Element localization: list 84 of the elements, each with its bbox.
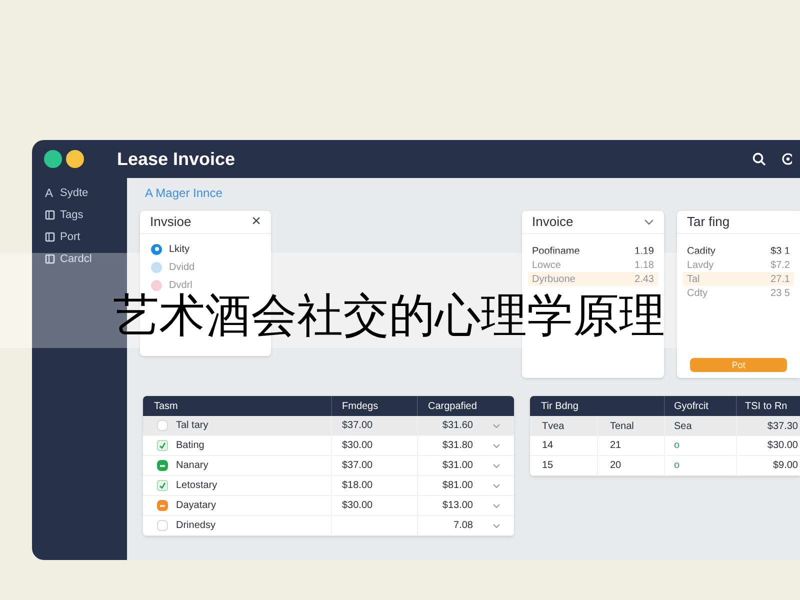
table-cell-text: $13.00 [442, 499, 473, 513]
row-label: Tal [687, 272, 700, 286]
chevron-icon [493, 504, 500, 508]
row-label: Cadity [687, 244, 716, 258]
row-label: Lowce [532, 258, 561, 272]
item-name: Tal tary [176, 419, 208, 433]
item-name: Dayatary [176, 499, 216, 513]
row-label: Lavdy [687, 258, 714, 272]
square-icon [45, 210, 55, 220]
row-value: 1.19 [634, 244, 654, 258]
table-row[interactable]: Nanary $37.00 $31.00 [143, 456, 514, 476]
column-group-header[interactable]: Tir Bdng [530, 398, 664, 414]
table-row[interactable]: Letostary $18.00 $81.00 [143, 476, 514, 496]
radio-button[interactable] [151, 280, 162, 290]
table-cell: $30.00 [736, 436, 800, 455]
table-cell-text: $30.00 [342, 499, 373, 513]
table-cell-text: $37.00 [342, 419, 373, 433]
square-icon [45, 254, 55, 264]
row-value: $7.2 [770, 258, 790, 272]
table-row[interactable]: Drinedsy 7.08 [143, 516, 514, 536]
table-cell-text: 14 [541, 439, 554, 453]
table-cell-text: $37.00 [342, 459, 373, 473]
item-name: Bating [176, 439, 204, 453]
chevron-icon [493, 464, 500, 468]
table-cell: o [664, 436, 736, 455]
row-label: Cdty [687, 286, 708, 300]
chevron-icon [493, 524, 500, 528]
checkbox[interactable] [157, 460, 168, 471]
column-header[interactable]: $37.30 [736, 416, 800, 436]
table-row[interactable]: Tal tary $37.00 $31.60 [143, 416, 514, 436]
radio-button[interactable] [151, 244, 162, 254]
radio-button[interactable] [151, 262, 162, 272]
option-label: Dvdrl [169, 278, 192, 292]
card-title: Tar fing [687, 213, 730, 232]
chevron-icon [493, 444, 500, 448]
sidebar-item[interactable]: Sydte [60, 184, 88, 202]
chevron-icon [644, 219, 654, 225]
item-name: Nanary [176, 459, 208, 473]
option-label: Dvidd [169, 260, 195, 274]
checkbox[interactable] [157, 420, 168, 431]
panel-title: Invsioe [150, 213, 192, 232]
table-cell-text: 7.08 [454, 519, 473, 533]
table-cell: o [664, 456, 736, 475]
search-icon[interactable] [752, 152, 766, 166]
checkbox[interactable] [157, 520, 168, 531]
row-value: $3 1 [770, 244, 790, 258]
item-name: Drinedsy [176, 519, 216, 533]
table-cell-text: 15 [541, 459, 554, 473]
square-icon [45, 232, 55, 242]
card-title: Invoice [532, 213, 574, 232]
table-row[interactable]: Bating $30.00 $31.80 [143, 436, 514, 456]
table-cell-text: $18.00 [342, 479, 373, 493]
window-title: Lease Invoice [117, 148, 236, 170]
close-button[interactable]: × [252, 214, 261, 230]
checkbox[interactable] [157, 440, 168, 451]
column-header[interactable]: Tenal [597, 416, 664, 436]
table-cell-text: $31.60 [442, 419, 473, 433]
sidebar-item[interactable]: Port [60, 228, 80, 246]
chevron-icon [493, 484, 500, 488]
chevron-icon [493, 424, 500, 428]
column-header[interactable]: Tasm [143, 398, 331, 414]
table-cell: 20 [597, 456, 664, 475]
row-value: 1.18 [634, 258, 654, 272]
table-cell: $9.00 [736, 456, 800, 475]
option-label: Lkity [169, 242, 190, 256]
row-value: 27.1 [770, 272, 790, 286]
row-label: Poofiname [532, 244, 580, 258]
sidebar-item-letter: A [45, 185, 54, 202]
checkbox[interactable] [157, 480, 168, 491]
column-header[interactable]: Tvea [530, 418, 597, 434]
table-cell: 21 [597, 436, 664, 455]
checkbox[interactable] [157, 500, 168, 511]
table-cell-text: $81.00 [442, 479, 473, 493]
column-header[interactable]: Sea [664, 416, 736, 436]
row-value: 2.43 [634, 272, 654, 286]
table-row[interactable]: Dayatary $30.00 $13.00 [143, 496, 514, 516]
item-name: Letostary [176, 479, 218, 493]
sidebar-item[interactable]: Cardcl [60, 250, 92, 268]
table-cell-text: $31.80 [442, 439, 473, 453]
sidebar-item[interactable]: Tags [60, 206, 84, 224]
row-value: 23 5 [770, 286, 790, 300]
table-cell-text: $31.00 [442, 459, 473, 473]
row-label: Dyrbuone [532, 272, 576, 286]
table-cell-text: $30.00 [342, 439, 373, 453]
